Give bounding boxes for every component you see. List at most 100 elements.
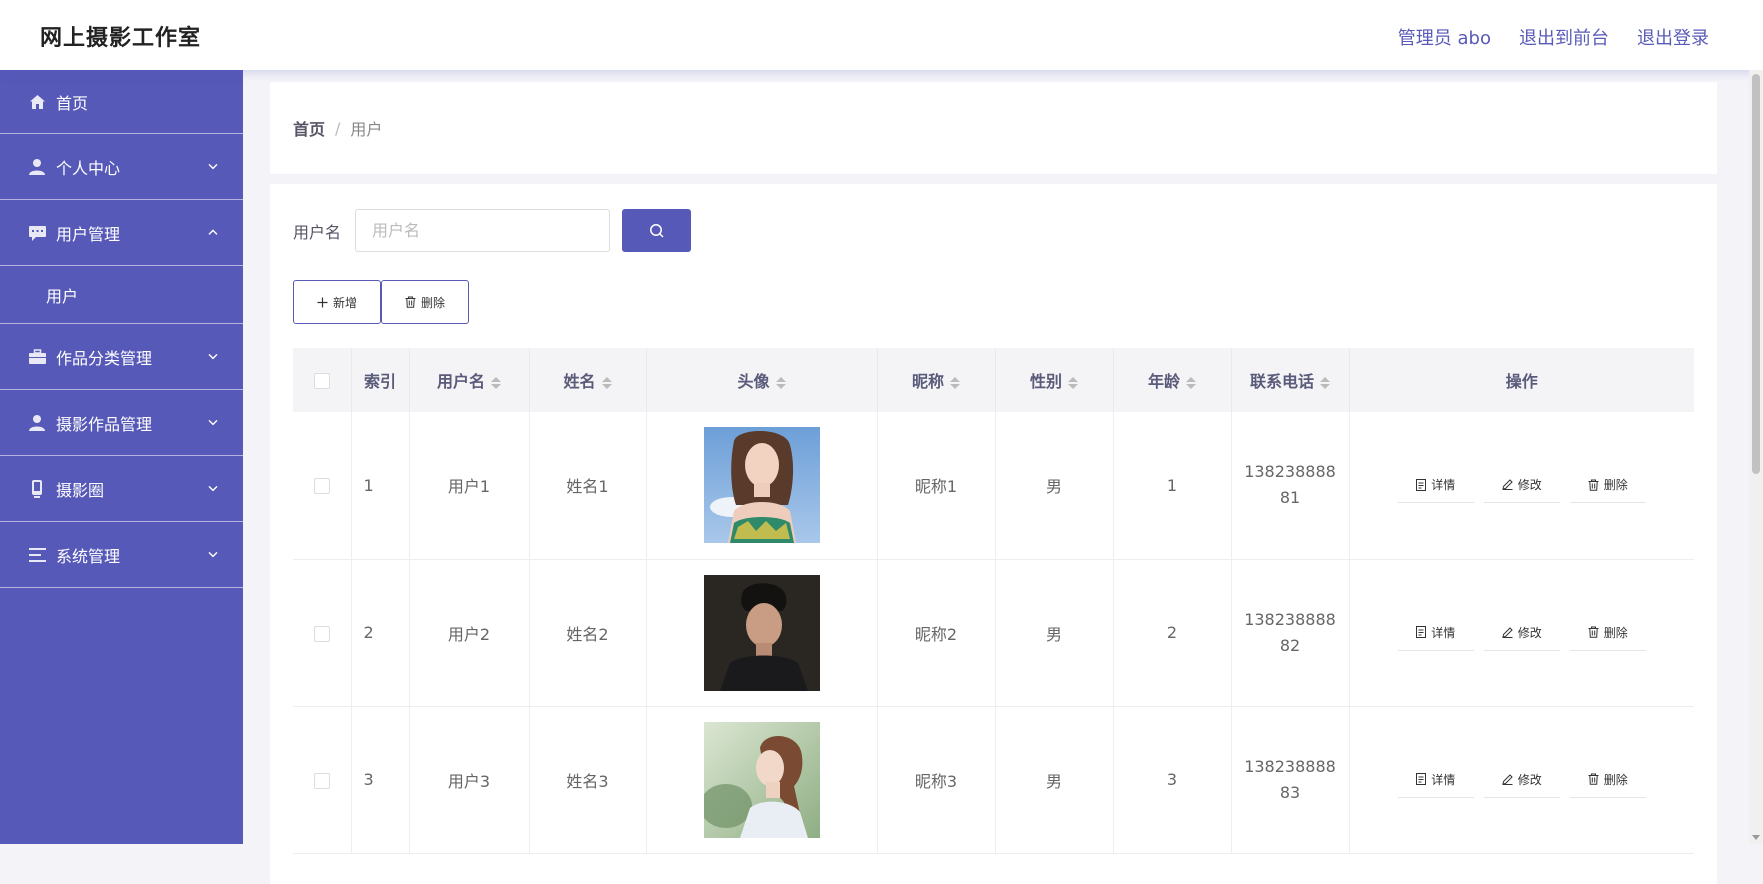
bulk-delete-button[interactable]: 删除 [381,280,469,324]
header-gender[interactable]: 性别 [995,348,1114,412]
header-username-label: 用户名 [436,372,485,391]
chevron-down-icon [208,419,218,425]
sort-icon[interactable] [1320,376,1330,389]
edit-button[interactable]: 修改 [1483,467,1560,504]
sidebar-subitem-users[interactable]: 用户 [0,266,243,324]
cell-username: 用户3 [409,706,530,854]
search-button[interactable] [622,209,692,252]
header-name[interactable]: 姓名 [529,348,647,412]
table-header-row: 索引 用户名 姓名 头像 昵称 性别 年龄 联系电话 操作 [293,348,1694,412]
users-table: 索引 用户名 姓名 头像 昵称 性别 年龄 联系电话 操作 1 用户1 姓名1 … [293,348,1694,854]
row-operations: 详情 修改 删除 [1350,467,1695,504]
sort-icon[interactable] [1186,376,1196,389]
sidebar-item-label: 作品分类管理 [56,348,153,368]
sort-icon[interactable] [775,376,786,389]
add-button[interactable]: 新增 [293,280,381,324]
search-row: 用户名 [293,209,1694,252]
page-scrollbar[interactable] [1749,70,1763,844]
breadcrumb-home[interactable]: 首页 [293,116,325,140]
header-nickname[interactable]: 昵称 [877,348,996,412]
table-row: 3 用户3 姓名3 昵称3 男 3 13823888883 详情 修改 删除 [293,706,1694,854]
sidebar-item-system-management[interactable]: 系统管理 [0,522,243,588]
edit-button[interactable]: 修改 [1483,761,1560,798]
sidebar-item-personal-center[interactable]: 个人中心 [0,134,243,200]
header-avatar-label: 头像 [737,372,770,391]
sort-icon[interactable] [1068,376,1078,389]
trash-icon [1588,626,1599,638]
delete-button-label: 删除 [1603,625,1628,640]
back-to-front-link[interactable]: 退出到前台 [1519,24,1609,50]
admin-name-link[interactable]: 管理员 abo [1398,24,1491,50]
breadcrumb-current: 用户 [350,120,383,139]
cell-phone: 13823888882 [1231,559,1350,707]
header-links: 管理员 abo 退出到前台 退出登录 [1398,24,1709,50]
sidebar-item-category-management[interactable]: 作品分类管理 [0,324,243,390]
row-operations: 详情 修改 删除 [1350,614,1695,651]
delete-button[interactable]: 删除 [1569,614,1646,651]
user-icon [28,158,46,176]
action-row: 新增 删除 [293,280,1694,324]
cell-nickname: 昵称2 [877,559,996,707]
trash-icon [405,296,416,308]
cell-phone: 13823888883 [1231,706,1350,854]
phone-text: 13823888882 [1244,609,1336,655]
trash-icon [1588,479,1599,491]
row-checkbox[interactable] [313,478,330,495]
chevron-down-icon [208,551,218,557]
chevron-down-icon [208,163,218,169]
detail-button[interactable]: 详情 [1397,614,1474,651]
sort-icon[interactable] [491,376,501,389]
sidebar-item-label: 摄影圈 [56,480,105,500]
edit-button[interactable]: 修改 [1483,614,1560,651]
scrollbar-thumb[interactable] [1752,74,1760,474]
avatar-image [703,721,820,838]
cell-index: 3 [351,706,410,854]
cell-name: 姓名2 [529,559,647,707]
cell-nickname: 昵称1 [877,412,996,560]
row-checkbox[interactable] [313,772,330,789]
sidebar-item-user-management[interactable]: 用户管理 [0,200,243,266]
detail-button-label: 详情 [1431,625,1456,640]
scroll-down-arrow-icon[interactable] [1752,835,1760,840]
row-select-cell[interactable] [293,412,352,560]
avatar-image [703,574,820,691]
header-username[interactable]: 用户名 [409,348,530,412]
row-select-cell[interactable] [293,706,352,854]
sidebar-item-home[interactable]: 首页 [0,70,243,134]
sort-icon[interactable] [601,376,612,389]
detail-button[interactable]: 详情 [1397,467,1474,504]
chevron-down-icon [208,485,218,491]
logout-link[interactable]: 退出登录 [1637,24,1709,50]
briefcase-icon [28,348,46,366]
username-search-input[interactable] [355,209,611,252]
cell-index: 1 [351,412,410,560]
table-row: 1 用户1 姓名1 昵称1 男 1 13823888881 详情 修改 删除 [293,412,1695,560]
header-age[interactable]: 年龄 [1113,348,1232,412]
header-avatar[interactable]: 头像 [646,348,878,412]
list-icon [28,546,46,564]
pencil-icon [1502,773,1513,785]
row-checkbox[interactable] [313,625,330,642]
sidebar-item-label: 系统管理 [56,546,121,566]
sidebar-item-label: 用户管理 [56,224,121,244]
select-all-checkbox[interactable] [313,373,330,389]
sidebar-item-label: 首页 [56,93,89,113]
sidebar-item-photo-circle[interactable]: 摄影圈 [0,456,243,522]
header-select-all[interactable] [293,348,352,412]
delete-button-label: 删除 [1603,478,1628,493]
delete-button[interactable]: 删除 [1569,467,1646,504]
header-phone[interactable]: 联系电话 [1231,348,1350,412]
cell-username: 用户1 [409,412,530,560]
sort-icon[interactable] [950,376,960,389]
cell-age: 3 [1113,706,1232,854]
plus-icon [317,297,328,307]
cell-nickname: 昵称3 [877,706,996,854]
row-select-cell[interactable] [293,559,352,707]
cell-avatar [646,412,878,560]
sidebar-item-works-management[interactable]: 摄影作品管理 [0,390,243,456]
detail-button-label: 详情 [1431,478,1456,493]
header-phone-label: 联系电话 [1249,372,1314,391]
delete-button[interactable]: 删除 [1569,761,1646,798]
detail-button[interactable]: 详情 [1397,761,1474,798]
header-index: 索引 [351,348,410,412]
